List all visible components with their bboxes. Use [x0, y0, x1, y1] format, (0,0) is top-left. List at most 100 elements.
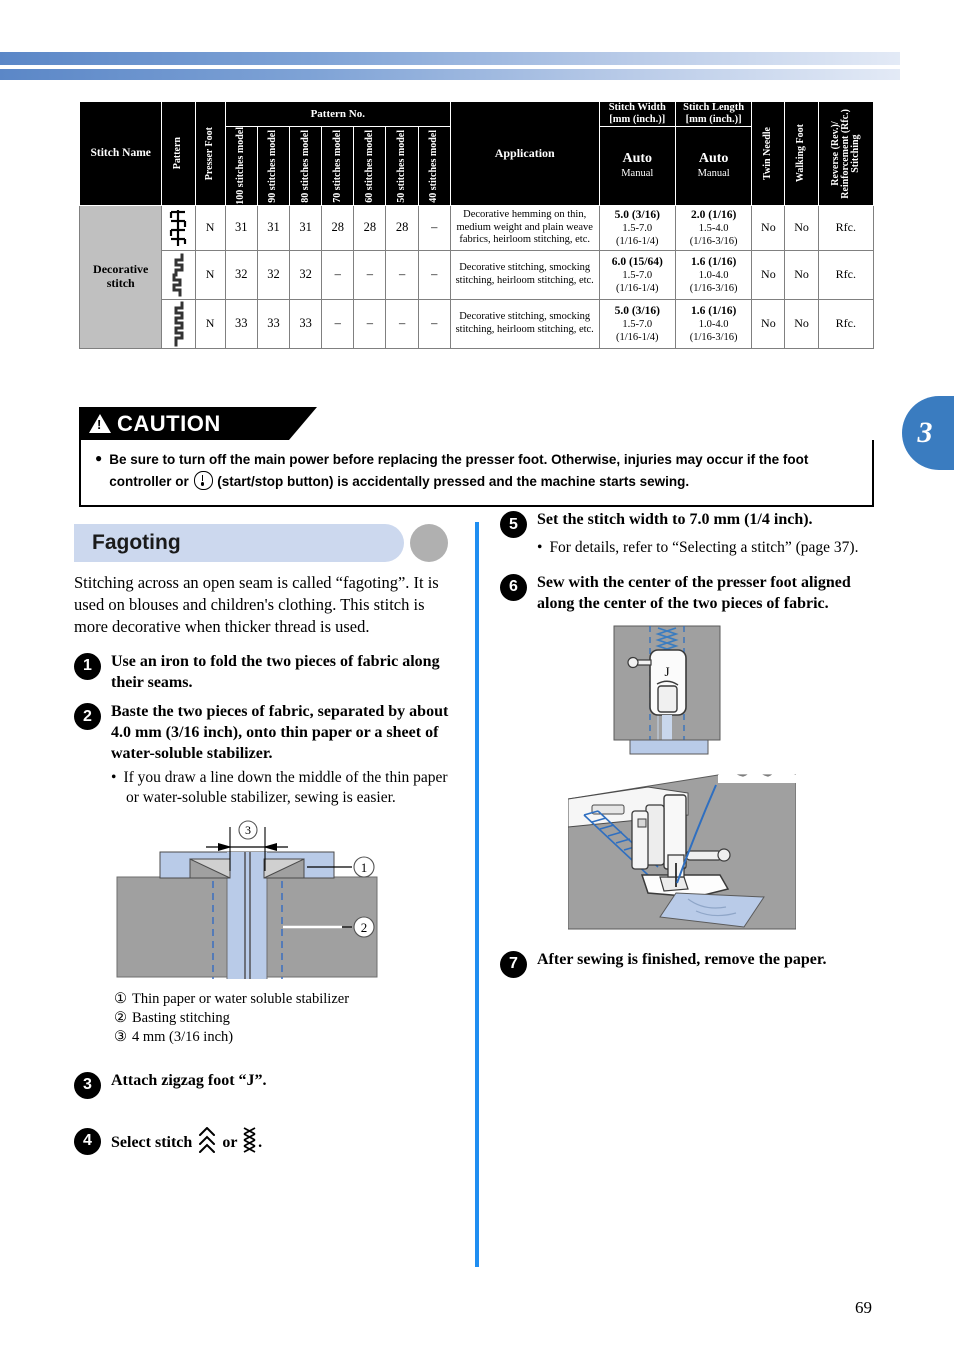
step-7-number: 7	[500, 950, 527, 978]
cell-model-70: –	[321, 249, 355, 300]
th-pattern-label: Pattern	[172, 137, 184, 170]
step-1-title: Use an iron to fold the two pieces of fa…	[111, 652, 440, 691]
cell-model-70: –	[321, 298, 355, 349]
step-5: 5 Set the stitch width to 7.0 mm (1/4 in…	[500, 510, 890, 559]
th-model-60: 60 stitches model	[353, 126, 387, 206]
cell-presser-foot: N	[194, 204, 226, 251]
cell-length-manual-mm: 1.0-4.0	[698, 269, 729, 281]
cell-model-90: 33	[256, 298, 291, 349]
cell-length-manual-in: (1/16-3/16)	[689, 283, 738, 295]
step-2-title: Baste the two pieces of fabric, separate…	[111, 703, 449, 762]
step-7-title: After sewing is finished, remove the pap…	[537, 950, 827, 968]
header-bar-secondary	[0, 69, 900, 80]
decorative-stitch-ladder-icon	[161, 204, 196, 251]
cell-walking-foot: No	[784, 249, 819, 300]
step-4-body: Select stitch or .	[111, 1126, 456, 1154]
legend-marker-3: ③	[114, 1028, 127, 1045]
cell-width-auto: 6.0 (15/64)	[611, 255, 663, 268]
cell-twin-needle: No	[751, 204, 786, 251]
step-4-text-post: .	[258, 1133, 263, 1151]
th-reverse-reinforcement: Reverse (Rev.)/Reinforcement (Rfc.) Stitc…	[817, 101, 875, 206]
th-application: Application	[449, 101, 600, 206]
legend-item-1: ① Thin paper or water soluble stabilizer	[114, 990, 456, 1009]
warning-triangle-icon	[89, 414, 111, 433]
step-7-body: After sewing is finished, remove the pap…	[537, 950, 890, 971]
cell-model-40: –	[417, 204, 451, 251]
th-model-70-label: 70 stitches model	[331, 129, 343, 203]
cell-reverse: Rfc.	[817, 204, 875, 251]
cell-presser-foot: N	[194, 298, 226, 349]
cell-model-100: 32	[224, 249, 258, 300]
legend-label-1: Thin paper or water soluble stabilizer	[132, 991, 350, 1008]
th-length-manual: Manual	[697, 168, 730, 180]
cell-width-manual-mm: 1.5-7.0	[622, 269, 653, 281]
th-model-100-label: 100 stitches model	[235, 127, 247, 205]
step-2: 2 Baste the two pieces of fabric, separa…	[74, 702, 456, 809]
table-row: Decorative stitch N 31 31 31 28 28 28 – …	[78, 204, 875, 349]
step-2-number: 2	[74, 703, 101, 731]
figure-callout-2: 2	[361, 920, 368, 935]
step-2-bullets: If you draw a line down the middle of th…	[111, 768, 456, 808]
step-4: 4 Select stitch or .	[74, 1126, 456, 1155]
cell-length-auto: 2.0 (1/16)	[690, 208, 737, 221]
cell-model-60: –	[353, 298, 387, 349]
th-presser-foot-label: Presser Foot	[203, 126, 215, 181]
cell-model-90: 32	[256, 249, 291, 300]
cell-walking-foot: No	[784, 204, 819, 251]
cell-width-manual-in: (1/16-1/4)	[615, 283, 659, 295]
th-stitch-name: Stitch Name	[78, 101, 163, 206]
cell-application: Decorative hemming on thin, medium weigh…	[449, 204, 600, 251]
cell-model-50: 28	[385, 204, 419, 251]
th-model-50: 50 stitches model	[385, 126, 419, 206]
cell-model-90: 31	[256, 204, 291, 251]
cell-model-80: 31	[289, 204, 323, 251]
column-divider	[475, 522, 479, 1267]
cell-width-auto: 5.0 (3/16)	[614, 208, 660, 221]
step-3-title: Attach zigzag foot “J”.	[111, 1071, 267, 1089]
presser-foot-top-view-figure: J	[610, 624, 890, 767]
cell-length-manual-mm: 1.5-4.0	[698, 222, 729, 234]
cell-stitch-width: 6.0 (15/64) 1.5-7.0 (1/16-1/4)	[598, 249, 676, 300]
right-column: 5 Set the stitch width to 7.0 mm (1/4 in…	[500, 510, 890, 987]
sewing-machine-perspective-figure	[567, 770, 890, 936]
cell-twin-needle: No	[751, 249, 786, 300]
cell-model-50: –	[385, 298, 419, 349]
th-walking-foot-label: Walking Foot	[795, 124, 807, 183]
step-3-number: 3	[74, 1071, 101, 1099]
caution-bullet-icon: ●	[95, 451, 103, 465]
legend-marker-2: ②	[114, 1009, 127, 1026]
legend-label-3: 4 mm (3/16 inch)	[132, 1028, 234, 1045]
cell-model-80: 32	[289, 249, 323, 300]
cell-twin-needle: No	[751, 298, 786, 349]
header-bar-primary	[0, 52, 900, 65]
cell-model-80: 33	[289, 298, 323, 349]
step-3: 3 Attach zigzag foot “J”.	[74, 1071, 456, 1099]
caution-text: ● Be sure to turn off the main power bef…	[95, 449, 858, 494]
page-header-decoration	[0, 52, 900, 80]
th-model-40-label: 40 stitches model	[428, 129, 440, 203]
caution-sentence: Be sure to turn off the main power befor…	[109, 449, 858, 494]
cell-model-40: –	[417, 249, 451, 300]
step-5-number: 5	[500, 511, 527, 538]
cell-width-manual-mm: 1.5-7.0	[622, 318, 653, 330]
cell-length-manual-mm: 1.0-4.0	[698, 318, 729, 330]
cell-application: Decorative stitching, smocking stitching…	[449, 298, 600, 349]
section-heading: Fagoting	[74, 524, 456, 562]
cell-application: Decorative stitching, smocking stitching…	[449, 249, 600, 300]
caution-text-after: (start/stop button) is accidentally pres…	[217, 474, 690, 490]
cell-length-auto: 1.6 (1/16)	[690, 255, 737, 268]
th-model-50-label: 50 stitches model	[396, 129, 408, 203]
section-intro-text: Stitching across an open seam is called …	[74, 573, 439, 636]
cross-stitch-icon	[243, 1126, 256, 1153]
th-model-90-label: 90 stitches model	[267, 129, 279, 203]
step-4-title: Select stitch or .	[111, 1126, 456, 1154]
cell-stitch-length: 1.6 (1/16) 1.0-4.0 (1/16-3/16)	[674, 298, 753, 349]
th-stitch-length: Stitch Length [mm (inch.)]	[674, 100, 753, 128]
th-model-80-label: 80 stitches model	[299, 129, 311, 203]
cell-width-manual-in: (1/16-1/4)	[615, 236, 659, 248]
cell-presser-foot: N	[194, 249, 226, 300]
th-model-90: 90 stitches model	[256, 126, 291, 206]
stitch-specification-table: Stitch Name Pattern Presser Foot Pattern…	[78, 100, 875, 349]
cell-stitch-width: 5.0 (3/16) 1.5-7.0 (1/16-1/4)	[598, 204, 676, 251]
th-model-80: 80 stitches model	[289, 126, 323, 206]
